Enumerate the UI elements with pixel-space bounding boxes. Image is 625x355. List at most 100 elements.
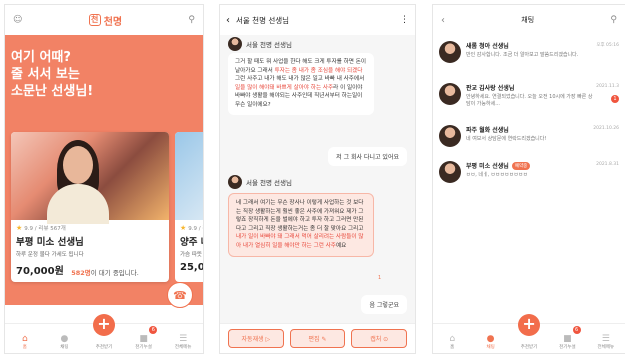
autoplay-button[interactable]: 자동재생 ▷ bbox=[228, 329, 284, 348]
headset-icon[interactable]: ☎ bbox=[167, 282, 193, 308]
tab-fortune[interactable]: ■ 6 천기누설 bbox=[548, 324, 586, 353]
capture-button[interactable]: 캡처 ⊙ bbox=[351, 329, 408, 348]
chat-preview: ㅂㅂ, 네ㅔ, ㅂㅂㅂㅂㅂㅂㅂㅂ bbox=[466, 172, 528, 178]
chat-screen: ‹ 서울 천명 선생님 ⋮ 서울 천명 선생님 그거 할 때도 뭐 사업을 한다… bbox=[219, 4, 416, 354]
tab-chat[interactable]: ● 채팅 bbox=[45, 324, 85, 353]
teacher-card[interactable]: ★ 9.9 / 리뷰 567개 부평 미소 선생님 하루 운정 물다 가세도 됩… bbox=[11, 132, 169, 282]
profile-icon[interactable]: ☺ bbox=[13, 15, 22, 25]
teacher-name: 부평 미소 선생님 bbox=[16, 237, 84, 248]
text-segment: 네 그래서 여기는 무슨 장사나 이렇게 사업하는 것 보다는 직장 생활하는게… bbox=[236, 200, 364, 232]
unread-badge: 1 bbox=[611, 95, 619, 103]
more-icon[interactable]: ⋮ bbox=[400, 15, 409, 25]
hero-banner: 여기 어때? 줄 서서 보는 소문난 선생님! ★ 9.9 / 리뷰 567개 … bbox=[5, 35, 203, 305]
rating-text-2: 9.9 / 리뷰 bbox=[188, 226, 203, 232]
tab-label: 추천받기 bbox=[520, 345, 538, 350]
edit-button[interactable]: 편집 ✎ bbox=[289, 329, 346, 348]
rating-2: ★ 9.9 / 리뷰 bbox=[175, 220, 203, 232]
tab-label: 천기누설 bbox=[559, 345, 576, 350]
text-segment: 예요 bbox=[335, 242, 347, 249]
sender-row: 서울 천명 선생님 bbox=[228, 175, 292, 189]
menu-icon: ☰ bbox=[179, 334, 188, 344]
brand-mark: 천 bbox=[88, 14, 101, 26]
home-icon: ⌂ bbox=[449, 334, 456, 344]
ticket-icon: ■ bbox=[563, 334, 572, 344]
tab-chat[interactable]: ● 채팅 bbox=[471, 324, 509, 353]
teacher-card-2[interactable]: ★ 9.9 / 리뷰 양주 나 가슴 따뜻 25,000 bbox=[175, 132, 203, 282]
tab-menu[interactable]: ☰ 전체메뉴 bbox=[163, 324, 203, 353]
chat-date: 2021.11.3 bbox=[596, 84, 619, 89]
search-icon[interactable]: ⚲ bbox=[610, 15, 617, 25]
wait-status: 582명이 대기 중입니다. bbox=[5, 267, 203, 277]
avatar bbox=[439, 83, 461, 105]
chat-list-item[interactable]: 파주 월화 선생님 네 여보서 상담문에 연락드리겠습니다! 2021.10.2… bbox=[433, 121, 625, 161]
hero-line-3: 소문난 선생님! bbox=[11, 84, 94, 99]
tab-recommend[interactable]: + 추천받기 bbox=[84, 314, 124, 353]
avatar bbox=[228, 175, 242, 189]
chat-date: 오후 05:16 bbox=[596, 43, 619, 48]
star-icon: ★ bbox=[180, 224, 187, 232]
message-list: 서울 천명 선생님 그거 할 때도 뭐 사업을 한다 해도 크게 투자를 하면 … bbox=[220, 35, 415, 323]
chat-preview: 반인 감사합니다. 조금 더 알아보고 말씀드리겠습니다. bbox=[466, 52, 579, 58]
star-icon: ★ bbox=[16, 224, 23, 232]
reply-bubble: 음 그렇군요 bbox=[361, 295, 407, 314]
tab-home[interactable]: ⌂ 홈 bbox=[433, 324, 471, 353]
tab-label: 홈 bbox=[450, 345, 455, 350]
teacher-photo-2 bbox=[175, 132, 203, 220]
tab-home[interactable]: ⌂ 홈 bbox=[5, 324, 45, 353]
tab-menu[interactable]: ☰ 전체메뉴 bbox=[587, 324, 625, 353]
hero-line-1: 여기 어때? bbox=[11, 50, 71, 65]
chat-list-item[interactable]: 부평 미소 선생님 예약중 ㅂㅂ, 네ㅔ, ㅂㅂㅂㅂㅂㅂㅂㅂ 2021.8.31 bbox=[433, 157, 625, 197]
avatar bbox=[439, 41, 461, 63]
reply-bubble: 저 그 회사 다니고 있어요 bbox=[328, 147, 407, 166]
chat-header: ‹ 서울 천명 선생님 ⋮ bbox=[220, 5, 415, 35]
text-segment: 그런 사주고 내가 해도 내가 많은 일고 바빠 내 사주에서 bbox=[235, 76, 365, 83]
chat-list-item[interactable]: 판교 김사랑 선생님 안녕하세요. 연결되었습니다. 오늘 오전 10시에 가장… bbox=[433, 79, 625, 119]
read-count: 1 bbox=[378, 275, 382, 281]
tab-label: 홈 bbox=[22, 345, 27, 350]
ticket-icon: ■ bbox=[139, 334, 148, 344]
message-bubble-highlighted: 네 그래서 여기는 무슨 장사나 이렇게 사업하는 것 보다는 직장 생활하는게… bbox=[228, 193, 374, 257]
hero-line-2: 줄 서서 보는 bbox=[11, 67, 80, 82]
chat-list-title: 채팅 bbox=[521, 16, 535, 24]
home-header: ☺ 천 천명 ⚲ bbox=[5, 5, 203, 35]
chat-preview: 네 여보서 상담문에 연락드리겠습니다! bbox=[466, 136, 547, 142]
chat-icon: ● bbox=[486, 334, 495, 344]
back-icon[interactable]: ‹ bbox=[441, 15, 445, 26]
home-screen: ☺ 천 천명 ⚲ 여기 어때? 줄 서서 보는 소문난 선생님! ★ 9.9 /… bbox=[4, 4, 204, 354]
avatar bbox=[228, 37, 242, 51]
tab-fortune[interactable]: ■ 6 천기누설 bbox=[124, 324, 164, 353]
sender-name: 서울 천명 선생님 bbox=[246, 179, 292, 187]
tab-bar: ⌂ 홈 ● 채팅 + 추천받기 ■ 6 천기누설 ☰ 전체메뉴 bbox=[433, 314, 625, 353]
back-icon[interactable]: ‹ bbox=[226, 15, 230, 26]
tab-label: 채팅 bbox=[486, 345, 495, 350]
tab-recommend[interactable]: + 추천받기 bbox=[510, 314, 548, 353]
brand-name: 천명 bbox=[103, 16, 123, 28]
search-icon[interactable]: ⚲ bbox=[188, 15, 195, 25]
brand-logo: 천 천명 bbox=[88, 13, 123, 28]
plus-icon: + bbox=[92, 314, 115, 336]
chat-list-item[interactable]: 새롬 청아 선생님 반인 감사합니다. 조금 더 알아보고 말씀드리겠습니다. … bbox=[433, 37, 625, 77]
tab-label: 전체메뉴 bbox=[597, 345, 615, 350]
count-badge: 6 bbox=[149, 326, 158, 334]
teacher-photo bbox=[11, 132, 169, 224]
chat-date: 2021.8.31 bbox=[596, 162, 619, 167]
avatar bbox=[439, 161, 461, 183]
tab-label: 전체메뉴 bbox=[174, 345, 192, 350]
chat-list-header: ‹ 채팅 ⚲ bbox=[433, 5, 625, 35]
chat-name: 새롬 청아 선생님 bbox=[466, 43, 509, 50]
teacher-name-2: 양주 나 bbox=[180, 237, 203, 248]
tab-label: 채팅 bbox=[60, 345, 69, 350]
sender-name: 서울 천명 선생님 bbox=[246, 41, 292, 49]
chat-date: 2021.10.26 bbox=[593, 126, 619, 131]
highlight-segment: 일을 많이 해야돼 바쁘게 살아야 하는 사주 bbox=[235, 84, 334, 91]
chat-preview: 안녕하세요. 연결되었습니다. 오늘 오전 10시에 가장 빠른 상담이 가능하… bbox=[466, 94, 593, 107]
count-badge: 6 bbox=[572, 326, 581, 334]
chat-name: 판교 김사랑 선생님 bbox=[466, 85, 515, 92]
reservation-badge: 예약중 bbox=[511, 161, 531, 170]
menu-icon: ☰ bbox=[601, 334, 610, 344]
plus-icon: + bbox=[518, 314, 541, 336]
chat-list-screen: ‹ 채팅 ⚲ 새롬 청아 선생님 반인 감사합니다. 조금 더 알아보고 말씀드… bbox=[432, 4, 625, 354]
teacher-subtitle-2: 가슴 따뜻 bbox=[180, 252, 202, 258]
tab-label: 천기누설 bbox=[135, 345, 152, 350]
sender-row: 서울 천명 선생님 bbox=[228, 37, 292, 51]
